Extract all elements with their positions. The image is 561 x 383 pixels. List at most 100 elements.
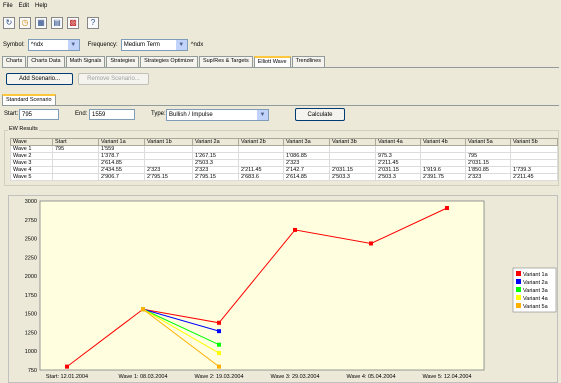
table-cell: 2'323	[465, 173, 511, 181]
table-cell	[52, 166, 99, 174]
table-row[interactable]: Wave 4 2'434.55 2'323 2'323 2'211.45 2'142.7 2…	[10, 166, 558, 174]
tab-sup-res-targets[interactable]: Sup/Res & Targets	[198, 56, 253, 67]
menu-file[interactable]: File	[3, 3, 13, 9]
calculate-button[interactable]: Calculate	[295, 108, 345, 121]
calendar-icon[interactable]: ▩	[67, 16, 79, 29]
table-cell: 2'211.45	[510, 173, 558, 181]
table-cell: Wave 1	[10, 145, 53, 153]
legend-swatch	[516, 295, 521, 300]
start-input[interactable]: 795	[19, 109, 59, 120]
x-tick-label: Wave 3: 29.03.2004	[270, 374, 319, 380]
menu-help[interactable]: Help	[35, 3, 47, 9]
chevron-down-icon: ▼	[67, 40, 79, 50]
table-cell	[510, 152, 558, 160]
remove-scenario-button[interactable]: Remove Scenario...	[78, 73, 149, 85]
table-row[interactable]: Wave 5 2'906.7 2'795.15 2'795.15 2'683.6 2'61…	[10, 173, 558, 181]
column-header[interactable]: Variant 1b	[144, 138, 193, 146]
column-header[interactable]: Variant 2a	[192, 138, 239, 146]
start-label: Start:	[4, 111, 19, 117]
table-cell	[329, 152, 376, 160]
y-tick-label: 2000	[25, 274, 37, 280]
table-cell	[238, 145, 284, 153]
table-cell	[329, 145, 376, 153]
data-point	[445, 206, 449, 211]
table-cell	[420, 152, 466, 160]
column-header[interactable]: Variant 3b	[329, 138, 376, 146]
frequency-value: Medium Term	[123, 42, 160, 48]
grid-icon[interactable]: ▦	[35, 16, 47, 29]
tab-charts-data[interactable]: Charts Data	[27, 56, 65, 67]
table-cell: 2'503.3	[375, 173, 421, 181]
column-header[interactable]: Variant 2b	[238, 138, 284, 146]
table-cell	[283, 145, 330, 153]
symbol-select[interactable]: ^ndx ▼	[27, 39, 80, 51]
table-cell: Wave 2	[10, 152, 53, 160]
wave-chart: 3000 2750 2500 2250 2000 1750 1500 1250 1000 750 S…	[25, 199, 557, 380]
table-row[interactable]: Wave 3 2'614.85 2'503.3 2'323 2'211.45 2'031.…	[10, 159, 558, 167]
table-cell	[144, 145, 193, 153]
table-cell: 2'614.85	[283, 173, 330, 181]
column-header[interactable]: Start	[52, 138, 99, 146]
table-cell: 2'031.15	[329, 166, 376, 174]
column-header[interactable]: Variant 4a	[375, 138, 421, 146]
end-input[interactable]: 1559	[89, 109, 135, 120]
menu-bar: File Edit Help	[0, 0, 561, 12]
type-select[interactable]: Bullish / Impulse ▼	[166, 109, 269, 121]
calculator-icon[interactable]: ▤	[51, 16, 63, 29]
column-header[interactable]: Variant 5b	[510, 138, 558, 146]
table-cell: 2'142.7	[283, 166, 330, 174]
tab-elliott-wave[interactable]: Elliott Wave	[253, 56, 291, 67]
column-header[interactable]: Variant 5a	[465, 138, 511, 146]
table-cell: 2'211.45	[238, 166, 284, 174]
column-header[interactable]: Wave	[10, 138, 53, 146]
table-cell	[238, 152, 284, 160]
frequency-label: Frequency:	[87, 42, 118, 48]
table-cell	[52, 152, 99, 160]
tab-standard-scenario[interactable]: Standard Scenario	[2, 94, 56, 105]
table-cell: 2'211.45	[375, 159, 421, 167]
table-cell	[510, 145, 558, 153]
table-cell: 1'086.85	[283, 152, 330, 160]
tab-trendlines[interactable]: Trendlines	[291, 56, 326, 67]
chevron-down-icon: ▼	[175, 40, 187, 50]
data-point	[217, 364, 221, 369]
table-cell: 2'323	[144, 166, 193, 174]
results-table: Wave Start Variant 1a Variant 1b Variant 2a V…	[10, 138, 558, 181]
table-cell: 2'323	[192, 166, 239, 174]
tab-charts[interactable]: Charts	[2, 56, 27, 67]
y-tick-label: 2750	[25, 218, 37, 224]
column-header[interactable]: Variant 1a	[98, 138, 145, 146]
add-scenario-button[interactable]: Add Scenario...	[6, 73, 73, 85]
results-label: EW Results	[8, 126, 39, 132]
frequency-select[interactable]: Medium Term ▼	[120, 39, 188, 51]
table-row[interactable]: Wave 2 1'378.7 1'267.15 1'086.85 975.3 795	[10, 152, 558, 160]
table-cell	[192, 145, 239, 153]
type-value: Bullish / Impulse	[169, 112, 213, 118]
clock-icon[interactable]: ◷	[19, 16, 31, 29]
table-cell: 2'434.55	[98, 166, 145, 174]
table-cell: 2'031.15	[465, 159, 511, 167]
toolbar: ↻ ◷ ▦ ▤ ▩ ?	[0, 14, 99, 31]
table-cell: 2'031.15	[375, 166, 421, 174]
refresh-icon[interactable]: ↻	[3, 16, 15, 29]
x-tick-label: Wave 4: 05.04.2004	[346, 374, 395, 380]
tab-strategies-optimizer[interactable]: Strategies Optimizer	[140, 56, 198, 67]
table-cell	[375, 145, 421, 153]
data-point	[217, 351, 221, 356]
table-row[interactable]: Wave 1 795 1'559	[10, 145, 558, 153]
table-cell: 2'795.15	[192, 173, 239, 181]
y-tick-label: 1000	[25, 349, 37, 355]
column-header[interactable]: Variant 4b	[420, 138, 466, 146]
tab-math-signals[interactable]: Math Signals	[65, 56, 106, 67]
y-tick-label: 2250	[25, 255, 37, 261]
tab-strategies[interactable]: Strategies	[106, 56, 140, 67]
menu-edit[interactable]: Edit	[19, 3, 29, 9]
column-header[interactable]: Variant 3a	[283, 138, 330, 146]
y-tick-label: 3000	[25, 199, 37, 205]
table-cell: 1'850.85	[465, 166, 511, 174]
table-cell	[52, 159, 99, 167]
help-icon[interactable]: ?	[87, 16, 99, 29]
table-cell: 2'503.3	[329, 173, 376, 181]
type-label: Type:	[151, 111, 166, 117]
table-cell: 2'323	[283, 159, 330, 167]
